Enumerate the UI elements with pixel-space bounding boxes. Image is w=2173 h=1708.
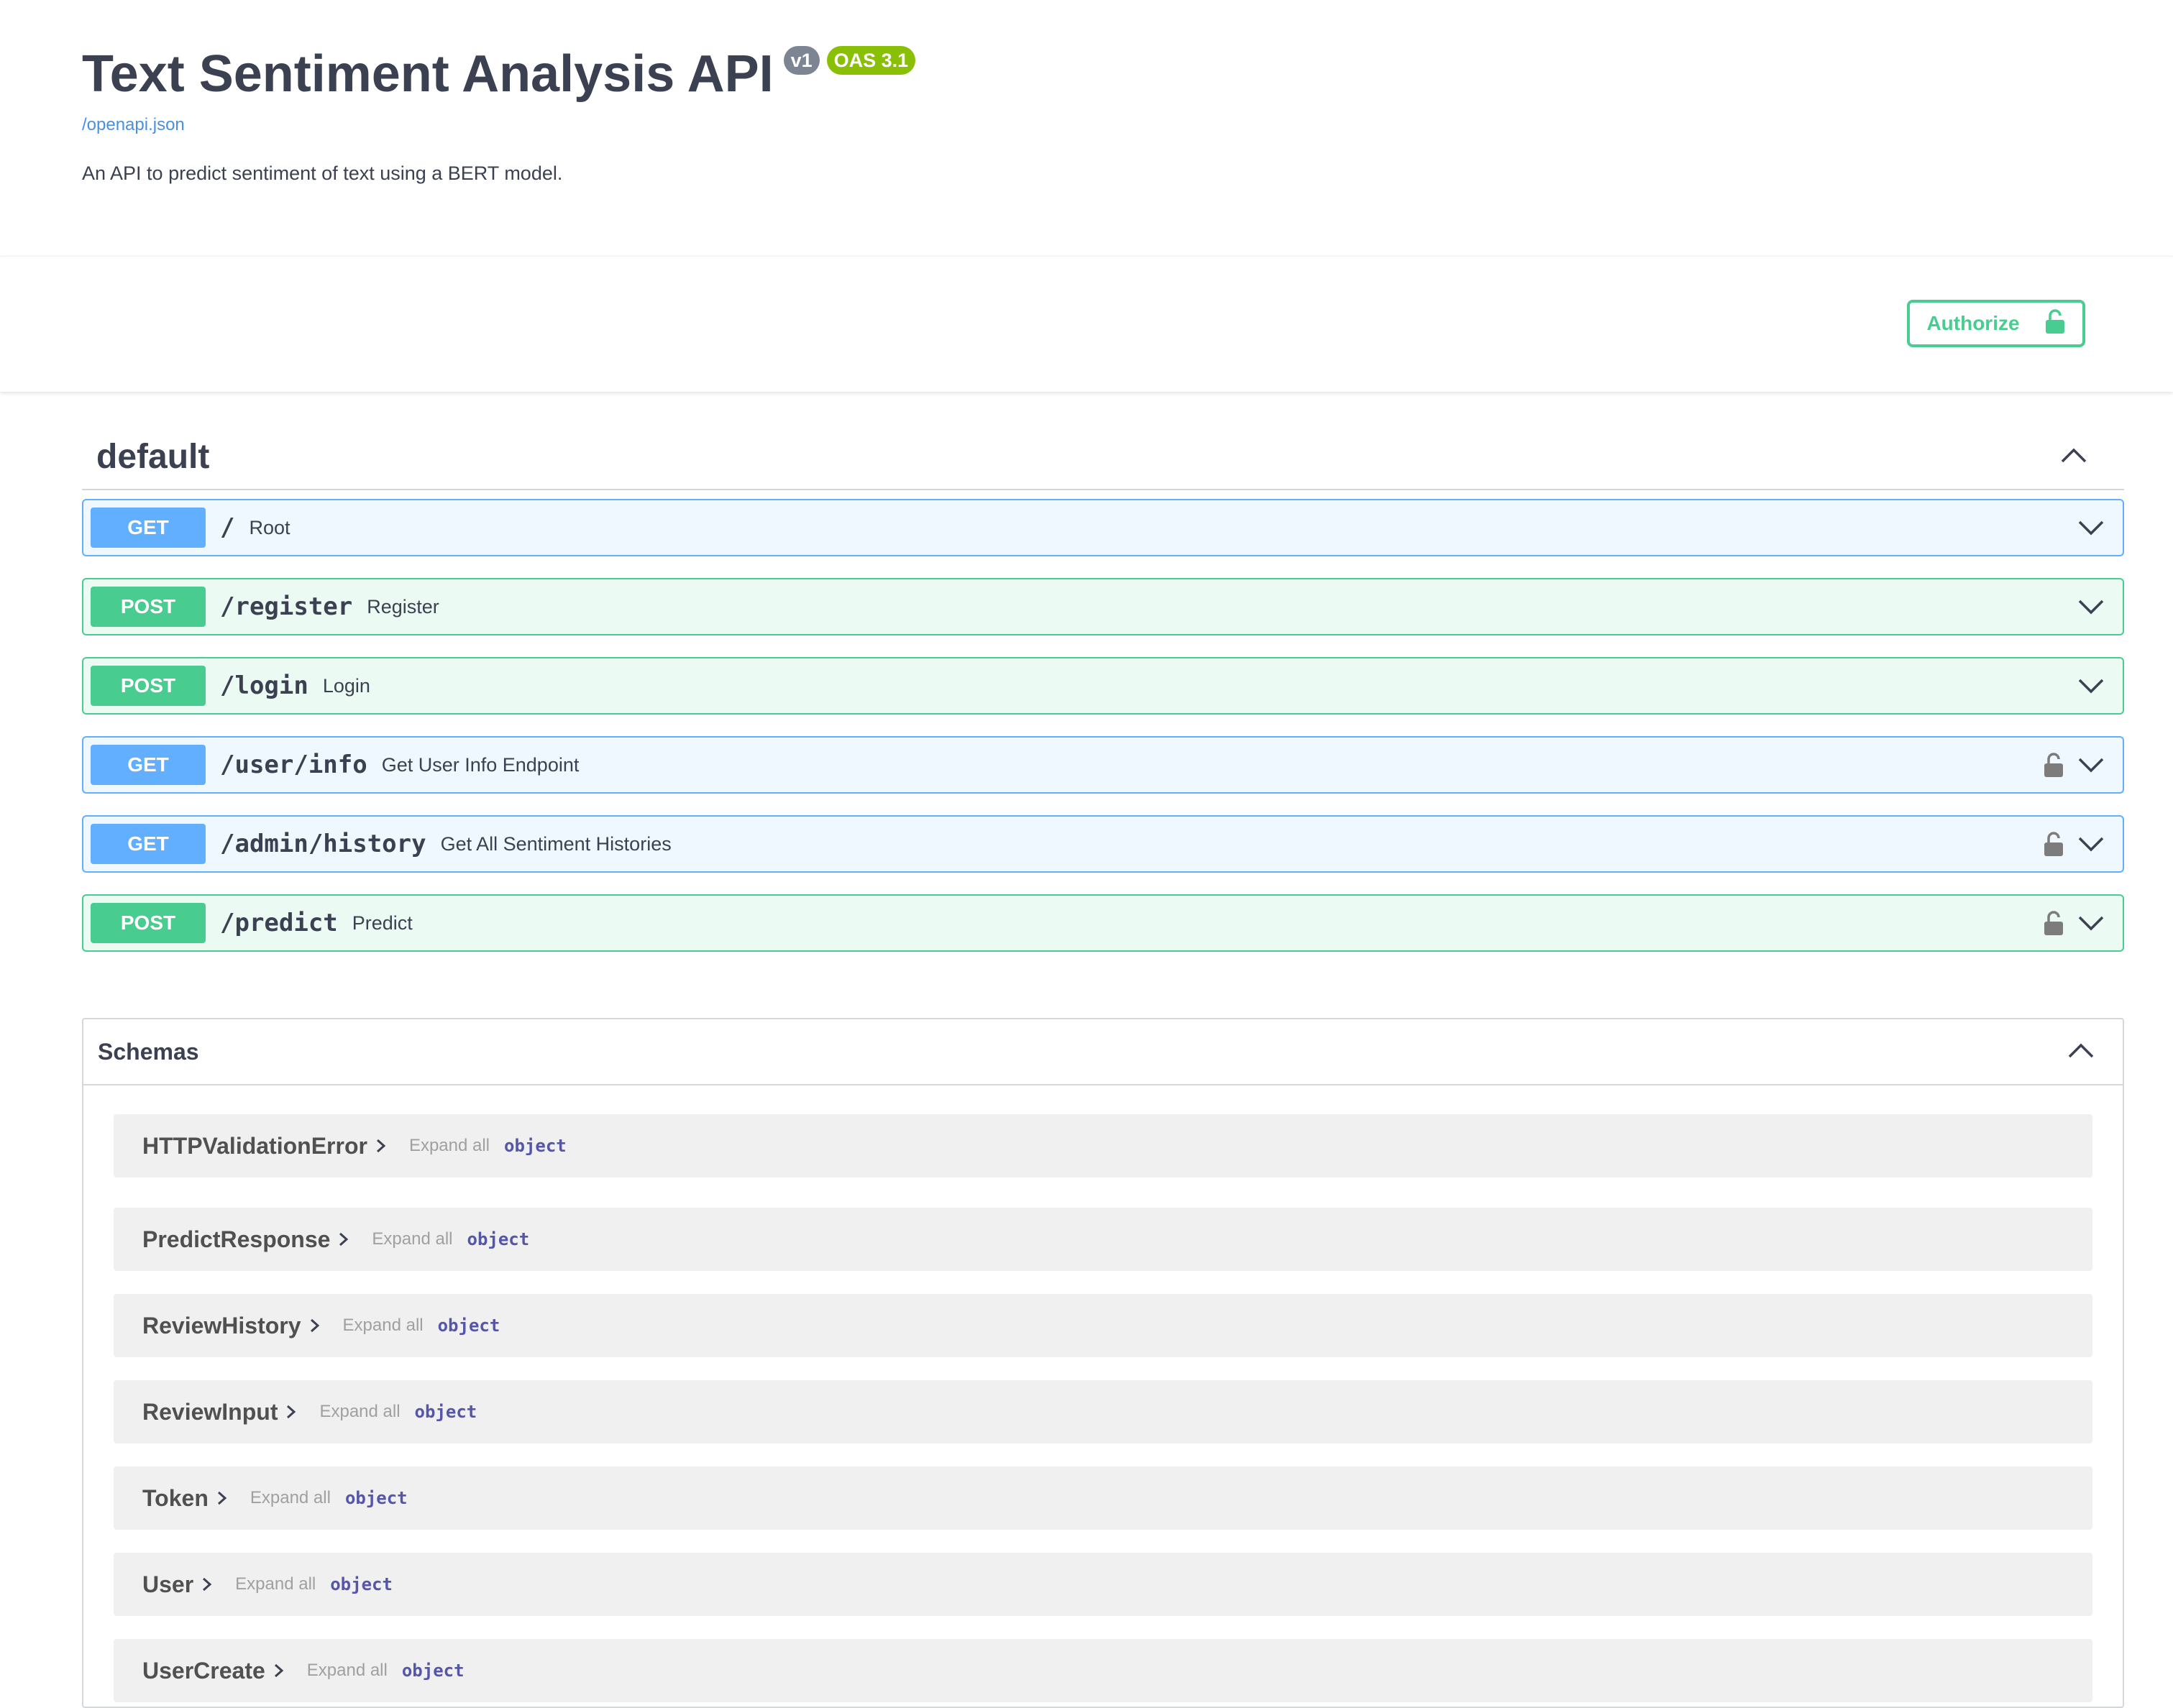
chevron-up-icon[interactable] [2067,1041,2095,1063]
chevron-down-icon[interactable] [2077,914,2105,932]
padlock-icon[interactable] [2044,752,2064,778]
authorize-button[interactable]: Authorize [1907,300,2085,347]
expand-all-link[interactable]: Expand all [409,1136,490,1156]
expand-all-link[interactable]: Expand all [343,1316,424,1336]
operation-post-register[interactable]: POST /register Register [82,578,2124,635]
operation-get-user-info[interactable]: GET /user/info Get User Info Endpoint [82,736,2124,794]
scheme-container: Authorize [0,256,2173,392]
operation-path: / [220,513,235,542]
operation-get-admin-history[interactable]: GET /admin/history Get All Sentiment His… [82,815,2124,873]
padlock-icon[interactable] [2044,831,2064,857]
chevron-right-icon[interactable] [216,1489,229,1507]
schema-type: object [401,1661,465,1681]
schema-type: object [504,1136,567,1156]
chevron-right-icon[interactable] [375,1137,388,1154]
http-method-badge: POST [91,587,206,627]
expand-all-link[interactable]: Expand all [250,1488,331,1508]
chevron-up-icon[interactable] [2059,446,2088,468]
padlock-icon[interactable] [2044,910,2064,936]
schema-row-usercreate[interactable]: UserCreate Expand all object [114,1639,2092,1702]
schema-row-reviewinput[interactable]: ReviewInput Expand all object [114,1380,2092,1443]
operation-summary: Root [249,516,291,538]
unlocked-padlock-icon [2044,308,2066,339]
schema-type: object [414,1402,477,1422]
schemas-section: Schemas HTTPValidationError Expand all o… [82,1018,2124,1708]
chevron-right-icon[interactable] [201,1576,214,1593]
oas-version-badge: OAS 3.1 [826,46,916,75]
operation-path: /login [220,671,308,700]
schema-name: UserCreate [142,1657,265,1684]
operation-summary: Login [322,674,370,697]
authorize-label: Authorize [1926,312,2020,334]
schema-name: ReviewHistory [142,1312,301,1339]
chevron-right-icon[interactable] [273,1662,285,1679]
schema-name: User [142,1571,194,1597]
schema-type: object [467,1229,530,1249]
chevron-down-icon[interactable] [2077,835,2105,853]
operation-path: /user/info [220,750,367,779]
schema-row-predictresponse[interactable]: PredictResponse Expand all object [114,1208,2092,1271]
operation-summary: Register [367,595,439,617]
api-description: An API to predict sentiment of text usin… [82,162,563,184]
operation-summary: Get All Sentiment Histories [440,832,672,855]
tag-header-default[interactable]: default [82,424,2124,490]
operation-path: /admin/history [220,830,426,858]
chevron-right-icon[interactable] [308,1317,321,1334]
schema-row-user[interactable]: User Expand all object [114,1553,2092,1616]
schema-type: object [330,1574,393,1594]
http-method-badge: GET [91,508,206,548]
api-title: Text Sentiment Analysis API [82,45,774,103]
expand-all-link[interactable]: Expand all [235,1574,316,1594]
schema-row-reviewhistory[interactable]: ReviewHistory Expand all object [114,1294,2092,1357]
http-method-badge: POST [91,903,206,943]
schema-name: ReviewInput [142,1398,278,1425]
schema-name: Token [142,1484,209,1511]
schema-name: HTTPValidationError [142,1132,367,1159]
operation-get-root[interactable]: GET / Root [82,499,2124,556]
http-method-badge: GET [91,824,206,864]
openapi-spec-link[interactable]: /openapi.json [82,115,2124,135]
schema-type: object [437,1316,500,1336]
chevron-right-icon[interactable] [337,1231,350,1248]
operation-path: /predict [220,909,338,937]
chevron-right-icon[interactable] [285,1403,298,1420]
schema-name: PredictResponse [142,1226,331,1252]
schema-row-token[interactable]: Token Expand all object [114,1466,2092,1530]
schema-type: object [344,1488,408,1508]
http-method-badge: GET [91,745,206,785]
http-method-badge: POST [91,666,206,706]
operation-post-predict[interactable]: POST /predict Predict [82,894,2124,952]
schema-row-httpvalidationerror[interactable]: HTTPValidationError Expand all object [114,1114,2092,1177]
tag-title: default [96,437,210,476]
tag-section-default: default GET / Root POST /register Regist… [82,424,2124,952]
chevron-down-icon[interactable] [2077,597,2105,616]
version-badge: v1 [783,46,820,75]
schemas-header[interactable]: Schemas [83,1019,2123,1085]
schemas-title: Schemas [98,1038,199,1065]
operation-path: /register [220,592,353,621]
operation-post-login[interactable]: POST /login Login [82,657,2124,715]
chevron-down-icon[interactable] [2077,676,2105,695]
expand-all-link[interactable]: Expand all [319,1402,400,1422]
expand-all-link[interactable]: Expand all [307,1661,388,1681]
operation-summary: Get User Info Endpoint [381,753,580,776]
expand-all-link[interactable]: Expand all [372,1229,452,1249]
chevron-down-icon[interactable] [2077,756,2105,774]
title-row: Text Sentiment Analysis API v1 OAS 3.1 [82,42,2124,106]
operation-summary: Predict [352,912,413,934]
chevron-down-icon[interactable] [2077,518,2105,537]
api-info: Text Sentiment Analysis API v1 OAS 3.1 /… [82,42,2124,185]
